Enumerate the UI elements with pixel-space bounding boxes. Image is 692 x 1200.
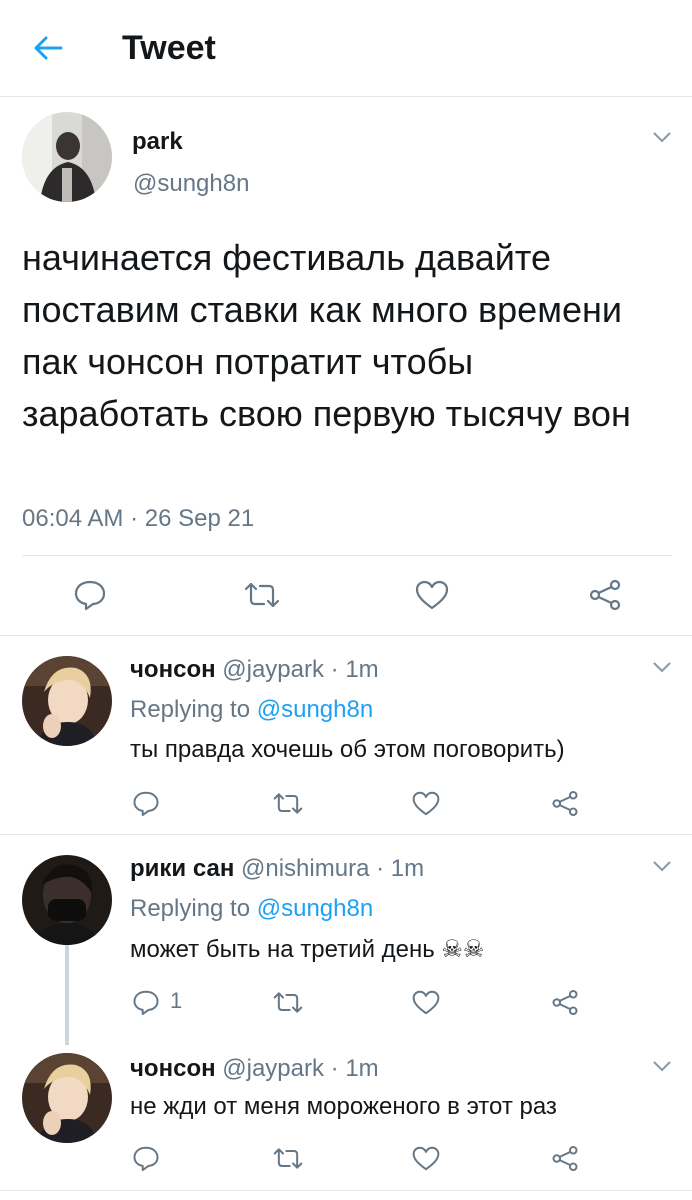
share-button[interactable] [585,575,625,615]
like-icon [412,791,440,815]
tweet-menu-button[interactable] [652,1059,672,1077]
meta-separator: · [324,656,346,683]
avatar[interactable] [22,1053,112,1143]
retweet-icon [244,582,280,608]
like-button[interactable] [408,786,444,820]
author-handle[interactable]: @sungh8n [133,170,249,198]
reply-age: 1m [345,656,379,683]
avatar[interactable] [22,112,112,202]
reply-button[interactable] [128,985,164,1019]
reply-tweet[interactable]: чонсон @jaypark · 1m Replying to @sungh8… [0,636,692,834]
reply-count: 1 [170,988,183,1013]
reply-author-handle[interactable]: @jaypark [222,1055,324,1082]
reply-age: 1m [390,855,425,882]
page-title: Tweet [122,29,216,67]
share-icon [589,579,621,611]
tweet-menu-button[interactable] [652,660,672,678]
like-icon [412,1146,440,1170]
meta-separator: · [324,1055,346,1082]
share-icon [552,989,578,1015]
replying-to-label: Replying to [130,696,257,723]
main-tweet: park @sungh8n начинается фестиваль давай… [0,97,692,636]
divider [22,555,672,556]
replying-to: Replying to @sungh8n [130,895,373,923]
reply-header: чонсон @jaypark · 1m [130,656,379,684]
retweet-button[interactable] [268,985,308,1019]
mention-link[interactable]: @sungh8n [257,696,373,723]
share-button[interactable] [547,1141,583,1175]
tweet-actions [0,567,692,627]
reply-button[interactable] [128,1141,164,1175]
top-bar: Tweet [0,0,692,97]
reply-author-name[interactable]: чонсон [130,1055,216,1082]
avatar[interactable] [22,855,112,945]
reply-author-handle[interactable]: @nishimura [241,855,369,882]
reply-tweet[interactable]: чонсон @jaypark · 1m не жди от меня моро… [0,1035,692,1195]
back-arrow-icon [34,36,63,60]
share-icon [552,790,578,816]
share-icon [552,1145,578,1171]
like-button[interactable] [408,985,444,1019]
chevron-down-icon [653,1061,671,1072]
reply-text: может быть на третий день ☠☠ [130,936,485,963]
retweet-button[interactable] [268,1141,308,1175]
chevron-down-icon [653,132,671,143]
reply-author-name[interactable]: рики сан [130,855,234,882]
like-button[interactable] [412,575,452,615]
replying-to-label: Replying to [130,895,257,922]
reply-icon [133,791,159,816]
chevron-down-icon [653,662,671,673]
reply-button[interactable] [128,786,164,820]
retweet-icon [273,1147,303,1169]
tweet-text: начинается фестиваль давайте поставим ст… [22,237,631,434]
avatar[interactable] [22,656,112,746]
retweet-button[interactable] [268,786,308,820]
like-icon [415,580,449,610]
divider [0,1190,692,1191]
reply-icon [133,1146,159,1171]
tweet-menu-button[interactable] [652,859,672,877]
reply-author-name[interactable]: чонсон [130,656,216,683]
reply-icon [74,580,106,611]
reply-text: не жди от меня мороженого в этот раз [130,1093,557,1120]
retweet-button[interactable] [240,575,284,615]
meta-separator: · [369,855,391,882]
reply-author-handle[interactable]: @jaypark [222,656,324,683]
author-name[interactable]: park [132,128,183,156]
reply-text: ты правда хочешь об этом поговорить) [130,736,565,763]
reply-header: чонсон @jaypark · 1m [130,1055,379,1083]
reply-icon [133,990,159,1015]
retweet-icon [273,792,303,814]
tweet-timestamp: 06:04 AM · 26 Sep 21 [22,505,255,532]
chevron-down-icon [653,861,671,872]
like-button[interactable] [408,1141,444,1175]
reply-button[interactable] [70,575,110,615]
tweet-menu-button[interactable] [652,130,672,148]
share-button[interactable] [547,985,583,1019]
reply-age: 1m [345,1055,379,1082]
reply-header: рики сан @nishimura · 1m [130,855,424,883]
reply-tweet[interactable]: рики сан @nishimura · 1m Replying to @su… [0,835,692,1035]
back-button[interactable] [28,28,68,68]
retweet-icon [273,991,303,1013]
share-button[interactable] [547,786,583,820]
mention-link[interactable]: @sungh8n [257,895,373,922]
replying-to: Replying to @sungh8n [130,696,373,724]
like-icon [412,990,440,1014]
